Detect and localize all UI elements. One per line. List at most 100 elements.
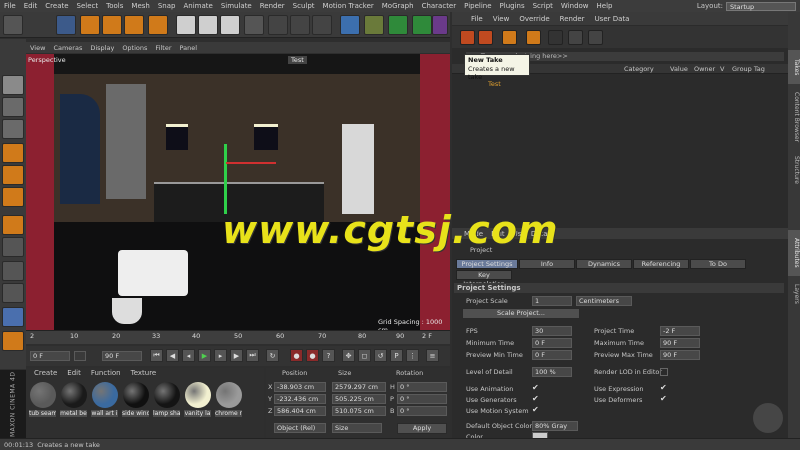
menu-sculpt[interactable]: Sculpt [289,2,319,10]
menu-window[interactable]: Window [557,2,593,10]
preview-min-field[interactable]: 0 F [532,350,572,360]
tab-dynamics[interactable]: Dynamics [576,259,632,269]
play-overlay-icon[interactable] [753,403,783,433]
menu-script[interactable]: Script [529,2,557,10]
vp-menu-display[interactable]: Display [86,44,118,52]
polygons-mode-icon[interactable] [2,187,24,207]
deformer-icon[interactable] [432,15,448,35]
loop-icon[interactable]: ↻ [266,349,279,362]
timeline-menu-icon[interactable]: ≡ [426,349,439,362]
material-swatch[interactable] [154,382,180,408]
prev-key-icon[interactable]: ◀ [166,349,179,362]
size-mode-dropdown[interactable]: Size [332,423,382,433]
scale-project-button[interactable]: Scale Project... [462,308,580,319]
x-axis-icon[interactable] [176,15,196,35]
generator-icon[interactable] [388,15,408,35]
vp-menu-panel[interactable]: Panel [176,44,202,52]
coordinate-system-icon[interactable] [244,15,264,35]
mat-menu-texture[interactable]: Texture [131,369,157,377]
size-x-field[interactable]: 2579.297 cm [332,382,386,392]
scale-tool-icon[interactable] [102,15,122,35]
take-menu-user-data[interactable]: User Data [590,15,635,23]
prev-frame-icon[interactable]: ◂ [182,349,195,362]
render-view-icon[interactable] [268,15,288,35]
tweak-mode-icon[interactable] [2,237,24,257]
tab-info[interactable]: Info [519,259,575,269]
mat-menu-function[interactable]: Function [91,369,121,377]
mat-menu-edit[interactable]: Edit [67,369,81,377]
project-scale-field[interactable]: 1 [532,296,572,306]
frame-stepper-icon[interactable] [74,351,86,361]
take-menu-file[interactable]: File [466,15,488,23]
menu-render[interactable]: Render [256,2,289,10]
material-swatch[interactable] [216,382,242,408]
col-category[interactable]: Category [624,65,654,73]
render-take-icon[interactable] [548,30,563,45]
rotation-h-field[interactable]: 0 ° [397,382,447,392]
vp-menu-cameras[interactable]: Cameras [49,44,86,52]
menu-mesh[interactable]: Mesh [127,2,153,10]
lock-overrides-icon[interactable] [526,30,541,45]
material-swatch[interactable] [92,382,118,408]
menu-character[interactable]: Character [418,2,461,10]
layout-dropdown[interactable]: Startup [726,1,796,11]
rotation-p-field[interactable]: 0 ° [397,394,447,404]
default-color-dropdown[interactable]: 80% Gray [532,421,578,431]
tab-to-do[interactable]: To Do [690,259,746,269]
menu-edit[interactable]: Edit [20,2,42,10]
next-frame-icon[interactable]: ▸ [214,349,227,362]
side-tab-attributes[interactable]: Attributes [788,230,800,276]
rotate-tool-icon[interactable] [124,15,144,35]
vp-menu-view[interactable]: View [26,44,49,52]
menu-pipeline[interactable]: Pipeline [460,2,495,10]
end-frame-field[interactable]: 90 F [102,351,142,361]
timeline-ruler[interactable]: 2 10 20 33 40 50 60 70 80 90 2 F [26,330,450,344]
rotation-b-field[interactable]: 0 ° [397,406,447,416]
texture-mode-icon[interactable] [2,119,24,139]
tab-project-settings[interactable]: Project Settings [456,259,518,269]
vp-menu-filter[interactable]: Filter [151,44,175,52]
axis-mode-icon[interactable] [2,215,24,235]
max-time-field[interactable]: 90 F [660,338,700,348]
col-value[interactable]: Value [670,65,688,73]
menu-create[interactable]: Create [41,2,72,10]
next-key-icon[interactable]: ▶ [230,349,243,362]
x-axis-handle-icon[interactable] [226,162,276,164]
point-level-icon[interactable]: ⋮ [406,349,419,362]
position-x-field[interactable]: -38.903 cm [274,382,326,392]
points-mode-icon[interactable] [2,143,24,163]
use-expression-checkbox[interactable]: ✔ [660,384,668,392]
position-z-field[interactable]: 586.404 cm [274,406,326,416]
perspective-viewport[interactable]: Perspective Test Grid Spacing : 1000 cm [26,54,450,330]
override-group-icon[interactable] [568,30,583,45]
array-icon[interactable] [412,15,432,35]
keyframe-selection-icon[interactable]: ? [322,349,335,362]
size-z-field[interactable]: 510.075 cm [332,406,386,416]
tab-key-interpolation[interactable]: Key Interpolation [456,270,512,288]
col-group-tag[interactable]: Group Tag [732,65,765,73]
menu-help[interactable]: Help [593,2,617,10]
move-tool-icon[interactable] [80,15,100,35]
material-swatch[interactable] [30,382,56,408]
tab-referencing[interactable]: Referencing [633,259,689,269]
take-item-test[interactable]: Test [488,80,501,88]
menu-tools[interactable]: Tools [102,2,127,10]
use-deformers-checkbox[interactable]: ✔ [660,395,668,403]
viewport-take-badge[interactable]: Test [288,56,307,64]
snap-icon[interactable] [2,261,24,281]
mat-menu-create[interactable]: Create [34,369,57,377]
menu-motion-tracker[interactable]: Motion Tracker [319,2,378,10]
z-axis-icon[interactable] [220,15,240,35]
coord-mode-dropdown[interactable]: Object (Rel) [274,423,326,433]
col-owner[interactable]: Owner [694,65,715,73]
take-menu-view[interactable]: View [488,15,515,23]
take-menu-override[interactable]: Override [514,15,554,23]
new-child-take-icon[interactable] [478,30,493,45]
position-y-field[interactable]: -232.436 cm [274,394,326,404]
project-scale-unit-dropdown[interactable]: Centimeters [576,296,632,306]
menu-mograph[interactable]: MoGraph [378,2,418,10]
lod-field[interactable]: 100 % [532,367,572,377]
project-time-field[interactable]: -2 F [660,326,700,336]
size-y-field[interactable]: 505.225 cm [332,394,386,404]
play-icon[interactable]: ▶ [198,349,211,362]
